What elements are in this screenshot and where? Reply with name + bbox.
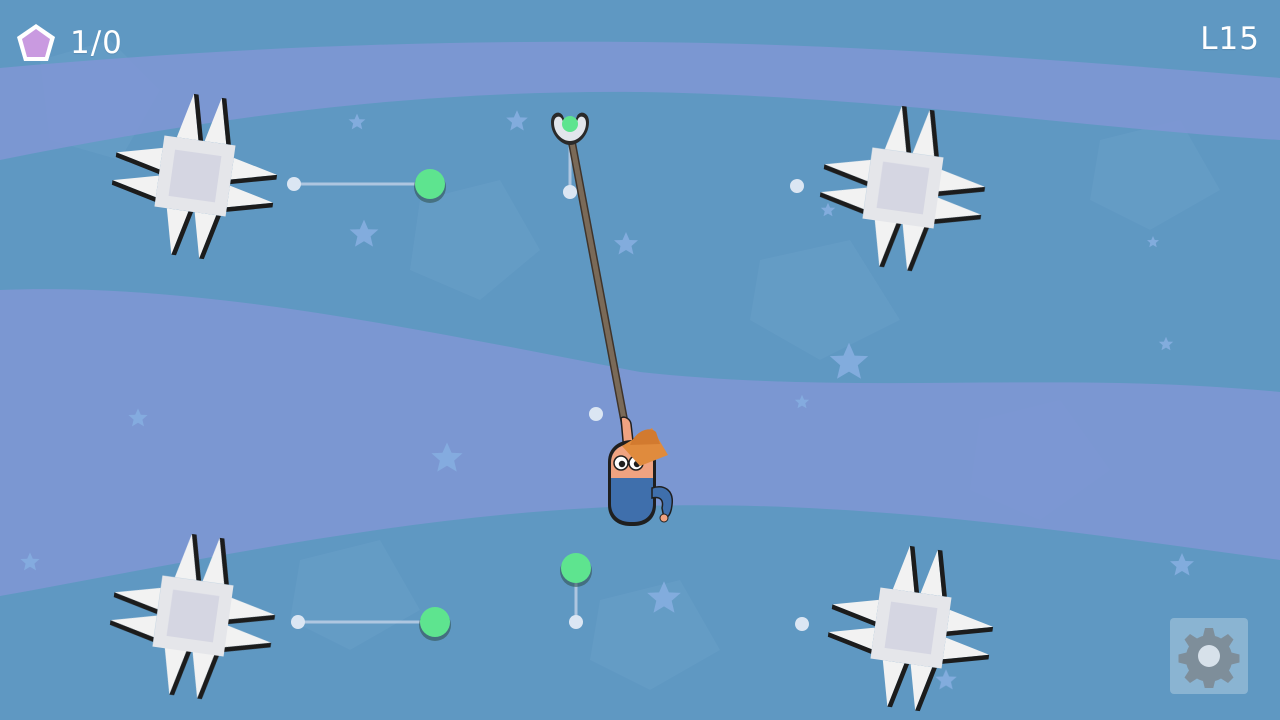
settings-button[interactable] [1170, 618, 1248, 694]
grapple-anchor[interactable] [419, 607, 451, 641]
gem-count-text: 1/0 [70, 24, 123, 61]
gear-icon [1178, 628, 1240, 688]
inactive-anchor [569, 615, 583, 629]
inactive-anchor [563, 185, 577, 199]
inactive-anchor [589, 407, 603, 421]
pentagon-gem-icon [17, 24, 55, 61]
gem-counter: 1/0 [14, 20, 123, 66]
grapple-anchor[interactable] [560, 553, 592, 587]
grapple-anchor[interactable] [414, 169, 446, 203]
inactive-anchor [790, 179, 804, 193]
inactive-anchor [287, 177, 301, 191]
game-screen[interactable]: 1/0 L15 [0, 0, 1280, 720]
level-indicator: L15 [1200, 21, 1260, 57]
inactive-anchor [291, 615, 305, 629]
inactive-anchor [795, 617, 809, 631]
game-scene[interactable] [0, 0, 1280, 720]
